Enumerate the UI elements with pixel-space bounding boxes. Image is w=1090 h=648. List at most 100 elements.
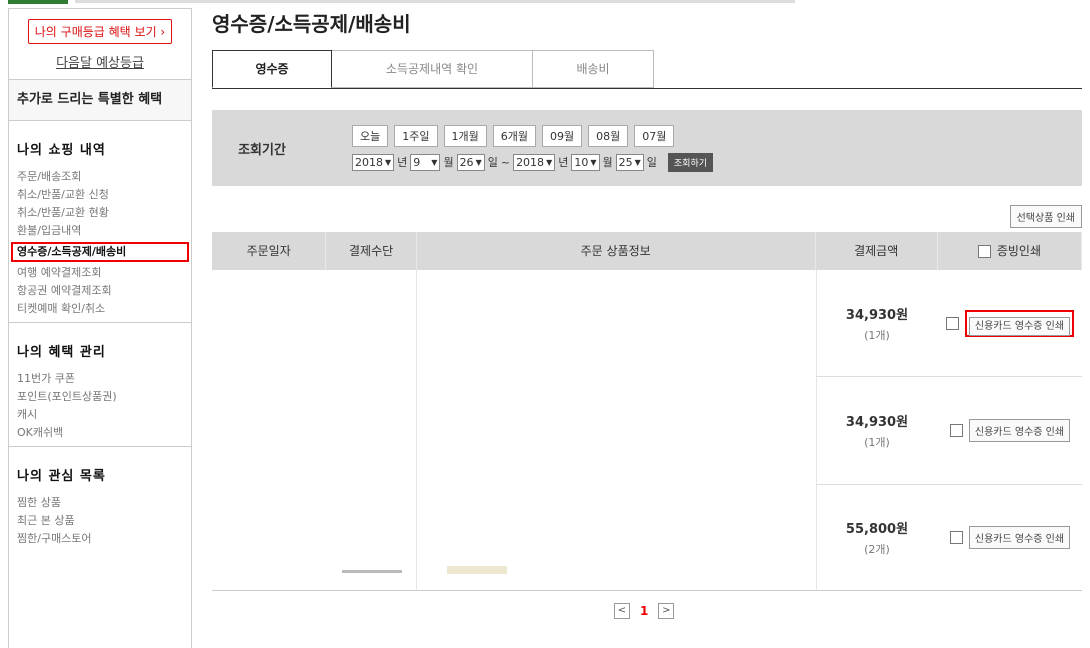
- range-6month-button[interactable]: 6개월: [492, 124, 536, 147]
- section-title: 나의 쇼핑 내역: [17, 143, 106, 158]
- to-month-select[interactable]: 10 ▼: [571, 153, 600, 171]
- tab-shipping-fee[interactable]: 배송비: [533, 50, 654, 88]
- col-proof-print: 증빙인쇄: [938, 232, 1082, 270]
- interest-section: 나의 관심 목록 찜한 상품 최근 본 상품 찜한/구매스토어: [9, 446, 191, 552]
- sidebar-item-stores[interactable]: 찜한/구매스토어: [17, 530, 183, 548]
- col-product-info: 주문 상품정보: [417, 232, 816, 270]
- range-1month-button[interactable]: 1개월: [443, 124, 487, 147]
- quick-range-buttons: 오늘 1주일 1개월 6개월 09월 08월 07월: [352, 124, 713, 147]
- range-jul-button[interactable]: 07월: [634, 124, 675, 147]
- to-year-select[interactable]: 2018 ▼: [513, 153, 556, 171]
- search-button[interactable]: 조회하기: [667, 152, 714, 172]
- sidebar-item-cash[interactable]: 캐시: [17, 406, 183, 424]
- price: 34,930원: [845, 414, 909, 430]
- select-all-checkbox[interactable]: [977, 244, 991, 258]
- tab-underline: [212, 88, 1082, 89]
- grade-benefit-button[interactable]: 나의 구매등급 혜택 보기 ›: [27, 19, 173, 44]
- sidebar-item-tickets[interactable]: 티켓예매 확인/취소: [17, 300, 183, 318]
- current-page[interactable]: 1: [640, 604, 648, 618]
- sidebar-item-refunds[interactable]: 환불/입금내역: [17, 222, 183, 240]
- page-title: 영수증/소득공제/배송비: [212, 12, 411, 36]
- sidebar-item-orders[interactable]: 주문/배송조회: [17, 168, 183, 186]
- card-receipt-print-button[interactable]: 신용카드 영수증 인쇄: [968, 525, 1071, 549]
- next-grade-link[interactable]: 다음달 예상등급: [9, 52, 191, 71]
- from-year-select[interactable]: 2018 ▼: [352, 153, 395, 171]
- sidebar-item-travel[interactable]: 여행 예약결제조회: [17, 264, 183, 282]
- sidebar-item-coupons[interactable]: 11번가 쿠폰: [17, 370, 183, 388]
- proof-print-label: 증빙인쇄: [996, 244, 1041, 258]
- print-selected-button[interactable]: 선택상품 인쇄: [1009, 205, 1082, 228]
- pagination: < 1 >: [614, 603, 675, 619]
- table-row: 55,800원 (2개) 신용카드 영수증 인쇄: [816, 484, 1082, 590]
- section-title: 나의 혜택 관리: [17, 345, 106, 360]
- quantity: (1개): [864, 435, 890, 449]
- period-controls: 오늘 1주일 1개월 6개월 09월 08월 07월 2018 ▼ 년 9 ▼ 월…: [312, 124, 714, 172]
- tab-bar: 영수증 소득공제내역 확인 배송비: [212, 50, 654, 88]
- section-title: 나의 관심 목록: [17, 469, 106, 484]
- day-suffix: 일: [646, 156, 657, 169]
- table-bottom-line: [212, 590, 1082, 591]
- tab-tax-deduction[interactable]: 소득공제내역 확인: [332, 50, 533, 88]
- amount-cell: 34,930원 (1개): [816, 304, 938, 343]
- shopping-history-section: 나의 쇼핑 내역 주문/배송조회 취소/반품/교환 신청 취소/반품/교환 현황…: [9, 121, 191, 322]
- range-aug-button[interactable]: 08월: [588, 124, 629, 147]
- range-separator: ~: [500, 155, 511, 169]
- row-checkbox[interactable]: [949, 423, 963, 437]
- card-receipt-print-button[interactable]: 신용카드 영수증 인쇄: [968, 418, 1071, 442]
- highlight-box: 신용카드 영수증 인쇄: [964, 309, 1075, 337]
- product-thumbnail: [447, 566, 507, 574]
- sidebar-item-wishlist[interactable]: 찜한 상품: [17, 494, 183, 512]
- range-sep-button[interactable]: 09월: [542, 124, 583, 147]
- col-amount: 결제금액: [816, 232, 938, 270]
- quantity: (2개): [864, 542, 890, 556]
- tab-receipt[interactable]: 영수증: [212, 50, 332, 88]
- sidebar-item-points[interactable]: 포인트(포인트상품권): [17, 388, 183, 406]
- main-content: 영수증/소득공제/배송비 영수증 소득공제내역 확인 배송비 조회기간 오늘 1…: [212, 0, 1082, 648]
- print-cell: 신용카드 영수증 인쇄: [938, 525, 1082, 549]
- col-payment-method: 결제수단: [326, 232, 417, 270]
- sidebar-item-cancel-status[interactable]: 취소/반품/교환 현황: [17, 204, 183, 222]
- amount-cell: 55,800원 (2개): [816, 518, 938, 557]
- print-cell: 신용카드 영수증 인쇄: [938, 418, 1082, 442]
- card-receipt-print-button[interactable]: 신용카드 영수증 인쇄: [968, 316, 1071, 336]
- top-accent-bar: [8, 0, 68, 4]
- column-divider: [416, 270, 417, 590]
- month-suffix: 월: [602, 156, 613, 169]
- range-today-button[interactable]: 오늘: [352, 124, 389, 147]
- year-suffix: 년: [397, 156, 408, 169]
- benefit-section: 나의 혜택 관리 11번가 쿠폰 포인트(포인트상품권) 캐시 OK캐쉬백: [9, 322, 191, 446]
- amount-cell: 34,930원 (1개): [816, 411, 938, 450]
- col-order-date: 주문일자: [212, 232, 327, 270]
- table-row: 34,930원 (1개) 신용카드 영수증 인쇄: [816, 376, 1082, 485]
- prev-page-button[interactable]: <: [614, 603, 630, 619]
- table-body: 34,930원 (1개) 신용카드 영수증 인쇄 34,930원 (1개) 신용…: [212, 270, 1082, 590]
- row-checkbox[interactable]: [949, 530, 963, 544]
- product-thumbnail: [342, 570, 402, 573]
- quantity: (1개): [864, 328, 890, 342]
- period-label: 조회기간: [238, 142, 286, 158]
- row-checkbox[interactable]: [945, 316, 959, 330]
- sidebar-item-cancel-request[interactable]: 취소/반품/교환 신청: [17, 186, 183, 204]
- sidebar-item-receipts[interactable]: 영수증/소득공제/배송비: [11, 242, 189, 262]
- date-range: 2018 ▼ 년 9 ▼ 월 26 ▼ 일 ~ 2018 ▼ 년 10 ▼ 월 25 ▼ …: [352, 152, 714, 172]
- from-month-select[interactable]: 9 ▼: [410, 153, 441, 171]
- next-page-button[interactable]: >: [658, 603, 675, 619]
- sidebar: 나의 구매등급 혜택 보기 › 다음달 예상등급 추가로 드리는 특별한 혜택 …: [8, 8, 192, 648]
- table-row: 34,930원 (1개) 신용카드 영수증 인쇄: [816, 270, 1082, 377]
- price: 55,800원: [845, 521, 909, 537]
- sidebar-item-flights[interactable]: 항공권 예약결제조회: [17, 282, 183, 300]
- grade-box: 나의 구매등급 혜택 보기 › 다음달 예상등급: [9, 9, 191, 80]
- sidebar-item-recent[interactable]: 최근 본 상품: [17, 512, 183, 530]
- range-1week-button[interactable]: 1주일: [394, 124, 438, 147]
- price: 34,930원: [845, 307, 909, 323]
- table-header: 주문일자 결제수단 주문 상품정보 결제금액 증빙인쇄: [212, 232, 1082, 270]
- day-suffix: 일: [487, 156, 498, 169]
- print-cell: 신용카드 영수증 인쇄: [938, 309, 1082, 337]
- sidebar-item-okcashbag[interactable]: OK캐쉬백: [17, 424, 183, 442]
- year-suffix: 년: [558, 156, 569, 169]
- period-filter: 조회기간 오늘 1주일 1개월 6개월 09월 08월 07월 2018 ▼ 년 …: [212, 110, 1082, 186]
- to-day-select[interactable]: 25 ▼: [615, 153, 644, 171]
- from-day-select[interactable]: 26 ▼: [456, 153, 485, 171]
- month-suffix: 월: [443, 156, 454, 169]
- extra-benefits-link[interactable]: 추가로 드리는 특별한 혜택: [9, 80, 191, 121]
